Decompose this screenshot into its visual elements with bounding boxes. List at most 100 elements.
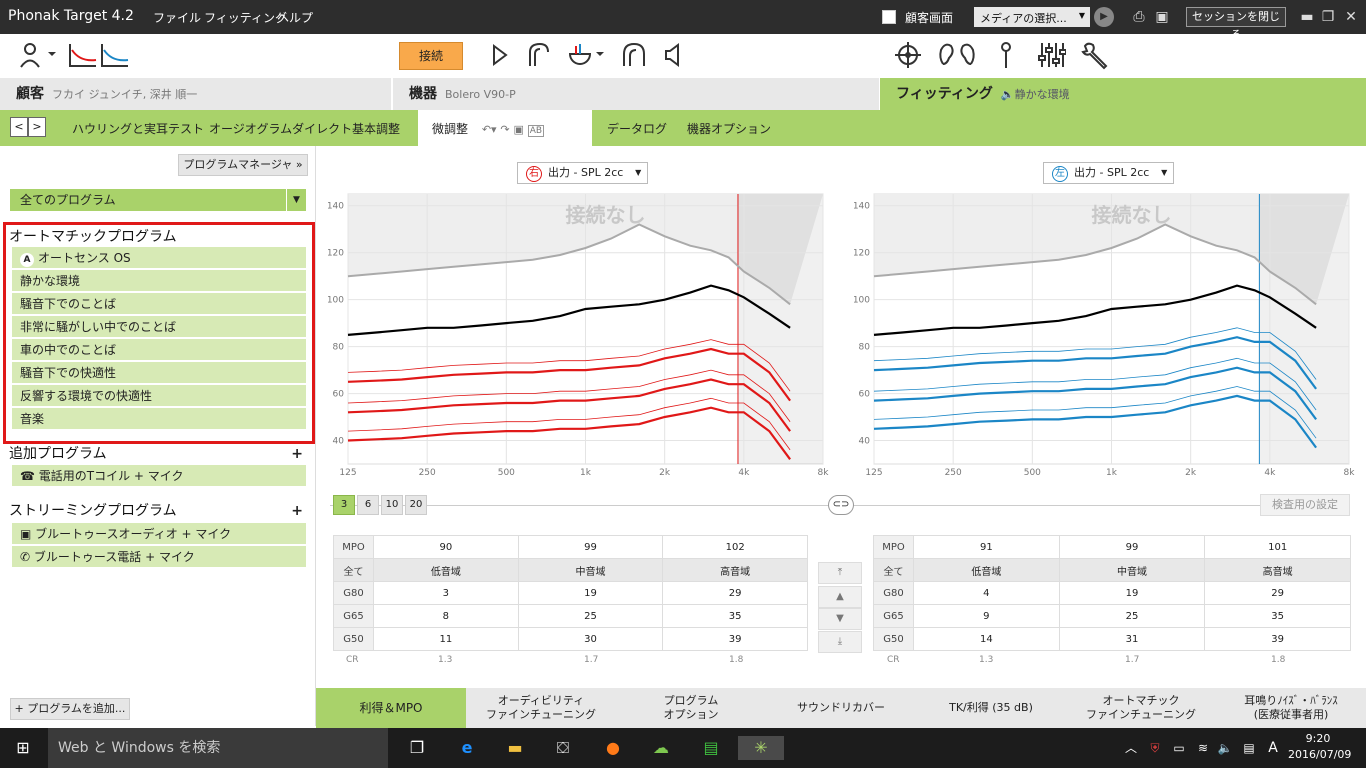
gain-cell[interactable]: 35 [662, 604, 808, 628]
gain-cell[interactable]: 19 [517, 581, 664, 605]
notification-icon[interactable]: ▤ [1236, 736, 1262, 760]
cloud-icon[interactable]: ☁ [648, 736, 674, 760]
tray-chevron-icon[interactable]: ︿ [1118, 736, 1144, 760]
btab-tinnitus-balance[interactable]: 耳鳴りﾉｲｽﾞ・ﾊﾞﾗﾝｽ (医療従事者用) [1216, 688, 1366, 728]
gain-cell[interactable]: 39 [1204, 627, 1351, 651]
fitting-header[interactable]: フィッティング 🔈静かな環境 [880, 78, 1366, 110]
program-bt-phone[interactable]: ✆ ブルートゥース電話 + マイク [12, 546, 306, 568]
receiver-icon[interactable] [488, 40, 512, 70]
menu-file[interactable]: ファイル [153, 9, 201, 26]
client-screen-checkbox[interactable] [882, 10, 896, 24]
program-speech-noise[interactable]: 騒音下でのことば [12, 293, 306, 315]
mpo-cell[interactable]: 91 [913, 535, 1060, 559]
program-quiet[interactable]: 静かな環境 [12, 270, 306, 292]
add-additional-program-icon[interactable]: + [291, 446, 303, 462]
tab-basic-tuning[interactable]: 基本調整 [352, 110, 400, 146]
row-label[interactable]: G65 [873, 604, 914, 628]
forward-nav-button[interactable]: > [28, 117, 46, 137]
tab-fine-tuning[interactable]: 微調整 ↶▾ ↷ ▣ AB [418, 110, 592, 146]
menu-fitting[interactable]: フィッティング [204, 9, 287, 26]
earpiece-icon[interactable] [522, 40, 552, 70]
left-curve-select[interactable]: 左出力 - SPL 2cc [1043, 162, 1175, 184]
task-view-icon[interactable]: ❐ [404, 736, 430, 760]
security-icon[interactable]: ⛨ [1142, 736, 1168, 760]
band-header[interactable]: 中音域 [517, 558, 664, 582]
gain-cell[interactable]: 25 [517, 604, 664, 628]
mpo-cell[interactable]: 99 [517, 535, 664, 559]
program-tcoil-mic[interactable]: ☎ 電話用のTコイル + マイク [12, 465, 306, 487]
all-label[interactable]: 全て [333, 558, 374, 582]
tab-datalog[interactable]: データログ [607, 110, 667, 146]
btab-tk-gain[interactable]: TK/利得 (35 dB) [916, 688, 1066, 728]
row-label[interactable]: G50 [873, 627, 914, 651]
add-program-button[interactable]: + プログラムを追加... [10, 698, 130, 720]
gain-cell[interactable]: 8 [373, 604, 519, 628]
battery-icon[interactable]: ▭ [1166, 736, 1192, 760]
mpo-cell[interactable]: 99 [1058, 535, 1206, 559]
firefox-icon[interactable]: ● [600, 736, 626, 760]
restore-icon[interactable]: ❐ [1319, 8, 1337, 26]
mpo-cell[interactable]: 90 [373, 535, 519, 559]
taskbar-search[interactable]: Web と Windows を検索 [48, 728, 388, 768]
gain-cell[interactable]: 39 [662, 627, 808, 651]
decrease-icon[interactable]: ▼ [818, 608, 862, 630]
tab-feedback-test[interactable]: ハウリングと実耳テスト [72, 110, 204, 146]
save-icon[interactable]: ▣ [1153, 8, 1171, 26]
equalizer-icon[interactable] [1036, 40, 1067, 70]
gain-cell[interactable]: 4 [913, 581, 1060, 605]
gain-cell[interactable]: 35 [1204, 604, 1351, 628]
close-session-button[interactable]: セッションを閉じる [1186, 7, 1286, 41]
speaker-icon[interactable] [660, 40, 686, 70]
level-button-3[interactable]: 3 [333, 495, 355, 515]
clock[interactable]: 9:20 2016/07/09 [1288, 731, 1351, 763]
add-streaming-program-icon[interactable]: + [291, 503, 303, 519]
redo-icon[interactable]: ↷ [500, 123, 509, 136]
camera-icon[interactable]: ▣ [513, 123, 523, 136]
ab-compare-icon[interactable]: AB [527, 125, 545, 137]
band-header[interactable]: 高音域 [662, 558, 808, 582]
level-button-20[interactable]: 20 [405, 495, 427, 515]
band-header[interactable]: 高音域 [1204, 558, 1351, 582]
all-label[interactable]: 全て [873, 558, 914, 582]
tab-audiogram-direct[interactable]: オージオグラムダイレクト [209, 110, 352, 146]
target-icon[interactable] [893, 40, 923, 70]
increase-all-icon[interactable]: ⤒ [818, 562, 862, 584]
close-icon[interactable]: ✕ [1342, 8, 1360, 26]
print-icon[interactable]: ⎙ [1130, 8, 1148, 26]
undo-icon[interactable]: ↶▾ [482, 123, 497, 136]
menu-help[interactable]: ヘルプ [277, 9, 313, 26]
gain-cell[interactable]: 25 [1058, 604, 1206, 628]
gain-cell[interactable]: 29 [1204, 581, 1351, 605]
audiogram-icon[interactable] [66, 40, 132, 70]
row-label[interactable]: G80 [873, 581, 914, 605]
acoustic-icon[interactable] [566, 40, 606, 70]
left-output-chart[interactable]: 140 120 100 80 60 40 接続なし [854, 188, 1354, 466]
volume-icon[interactable]: 🔈 [1212, 736, 1238, 760]
device-header[interactable]: 機器 Bolero V90-P [393, 78, 879, 110]
phonak-target-icon[interactable]: ✳ [738, 736, 784, 760]
btab-gain-mpo[interactable]: 利得＆MPO [316, 688, 466, 728]
btab-program-options[interactable]: プログラム オプション [616, 688, 766, 728]
btab-audibility[interactable]: オーディビリティ ファインチューニング [466, 688, 616, 728]
all-programs-select[interactable]: 全てのプログラム ▼ [10, 189, 306, 211]
row-label[interactable]: G50 [333, 627, 374, 651]
back-nav-button[interactable]: < [10, 117, 28, 137]
microphone-icon[interactable] [996, 40, 1016, 70]
gain-cell[interactable]: 9 [913, 604, 1060, 628]
store-icon[interactable]: ⛋ [550, 736, 576, 760]
program-bt-audio[interactable]: ▣ ブルートゥースオーディオ + マイク [12, 523, 306, 545]
client-icon[interactable] [18, 40, 58, 70]
program-comfort-echo[interactable]: 反響する環境での快適性 [12, 385, 306, 407]
evernote-icon[interactable]: ▤ [698, 736, 724, 760]
level-button-6[interactable]: 6 [357, 495, 379, 515]
right-output-chart[interactable]: 140 120 100 80 60 40 接続なし [328, 188, 828, 466]
gain-cell[interactable]: 11 [373, 627, 519, 651]
row-label[interactable]: G65 [333, 604, 374, 628]
gain-cell[interactable]: 30 [517, 627, 664, 651]
btab-soundrecover[interactable]: サウンドリカバー [766, 688, 916, 728]
increase-icon[interactable]: ▲ [818, 586, 862, 608]
gain-cell[interactable]: 19 [1058, 581, 1206, 605]
windows-start-icon[interactable]: ⊞ [10, 736, 36, 760]
mpo-cell[interactable]: 101 [1204, 535, 1351, 559]
gain-cell[interactable]: 31 [1058, 627, 1206, 651]
